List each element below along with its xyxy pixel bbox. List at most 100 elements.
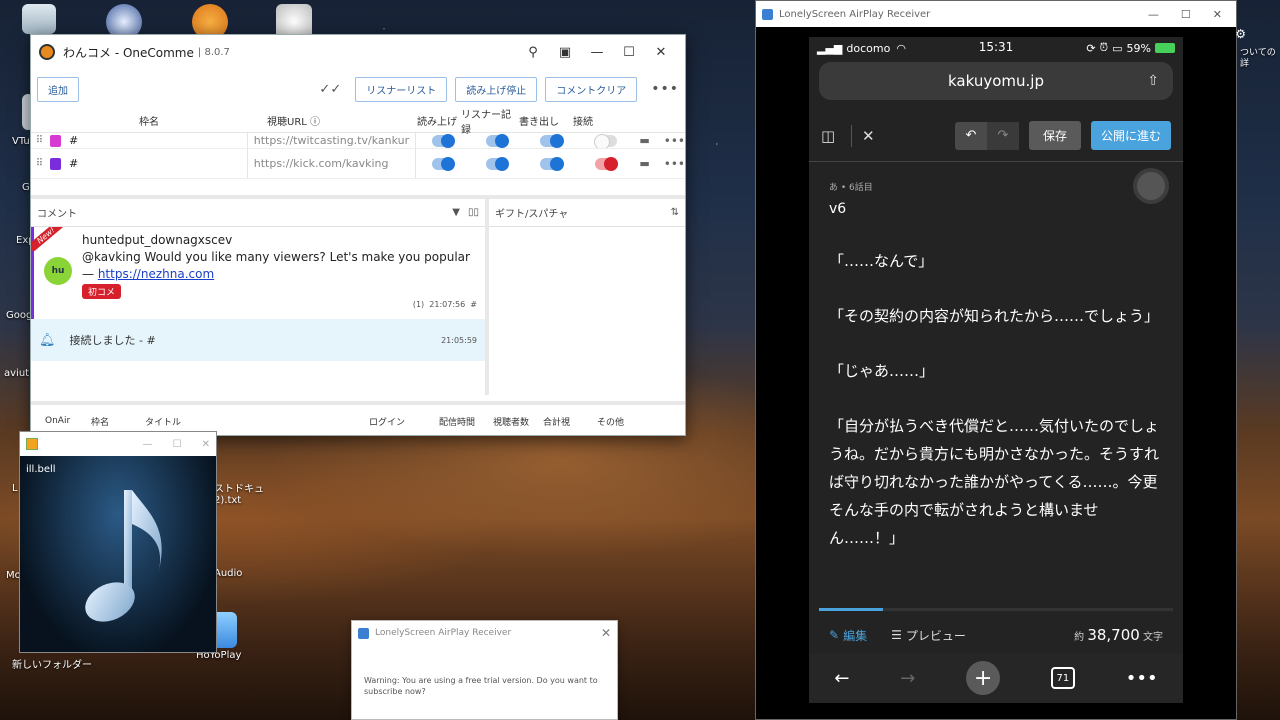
listener-record-toggle[interactable] [486, 156, 510, 171]
col-url: 視聴URL ⓘ [267, 117, 321, 128]
pin-icon[interactable]: ⚲ [517, 45, 549, 60]
comment-link-line: — https://nezhna.com [82, 267, 215, 281]
maximize-icon[interactable]: ☐ [613, 45, 645, 60]
chat-icon[interactable]: ▬ [639, 157, 649, 170]
sort-icon[interactable]: ⇅ [671, 207, 679, 218]
desktop-label-text-file: ストドキュ 2).txt [214, 484, 264, 506]
frame-row[interactable]: ⠿ # https://kick.com/kavking ▬ ••• [31, 149, 685, 179]
read-aloud-toggle[interactable] [431, 133, 456, 148]
frame-url[interactable]: https://twitcasting.tv/kankur [246, 133, 416, 148]
pencil-icon: ✎ [829, 628, 840, 642]
split-view-icon[interactable]: ▯▯ [468, 207, 479, 218]
system-message: 🔔︎ 接続しました - # 21:05:59 [31, 319, 485, 361]
comment-username[interactable]: huntedput_downagxscev [82, 233, 477, 247]
write-out-toggle[interactable] [540, 156, 565, 171]
minimize-icon[interactable]: — [581, 45, 613, 60]
comment-item[interactable]: New! hu huntedput_downagxscev @kavking W… [31, 227, 485, 319]
chat-icon[interactable]: ▬ [639, 134, 649, 147]
write-out-toggle[interactable] [540, 133, 565, 148]
frame-color-swatch[interactable] [49, 134, 62, 147]
frame-color-swatch[interactable] [49, 157, 62, 170]
player-app-icon [26, 438, 38, 450]
close-icon[interactable]: ✕ [601, 626, 611, 640]
close-icon[interactable]: ✕ [202, 439, 210, 450]
frame-url[interactable]: https://kick.com/kavking [246, 149, 416, 178]
gear-icon[interactable]: ⚙ [1235, 27, 1246, 41]
read-aloud-toggle[interactable] [431, 156, 456, 171]
forward-icon[interactable]: → [900, 668, 915, 689]
double-check-icon[interactable]: ✓✓ [319, 82, 341, 97]
filter-icon[interactable]: ▼ [452, 207, 460, 218]
comment-panel: コメント ▼ ▯▯ New! hu huntedput_downagxscev … [31, 199, 489, 395]
gift-panel-header: ギフト/スパチャ ⇅ [489, 199, 685, 227]
url-bar[interactable]: kakuyomu.jp ⇧ [819, 62, 1173, 100]
back-icon[interactable]: ← [834, 668, 849, 689]
assistive-touch-icon[interactable] [1133, 168, 1169, 204]
save-button[interactable]: 保存 [1028, 121, 1081, 150]
col-listener-record: リスナー記録 [461, 109, 511, 136]
comment-link[interactable]: https://nezhna.com [98, 267, 214, 281]
col-read-aloud: 読み上げ [417, 117, 457, 128]
onecomme-toolbar: 追加 ✓✓ リスナーリスト 読み上げ停止 コメントクリア ••• [31, 69, 685, 109]
scroll-progress-bar [819, 608, 1173, 611]
player-titlebar[interactable]: — ☐ ✕ [20, 432, 216, 456]
maximize-icon[interactable]: ☐ [1181, 8, 1191, 21]
undo-icon[interactable]: ↶ [955, 122, 987, 150]
listener-record-toggle[interactable] [486, 133, 510, 148]
minimize-icon[interactable]: — [143, 439, 153, 450]
body-paragraph: 「自分が払うべき代償だと……気付いたのでしょうね。だから貴方にも明かさなかった。… [829, 417, 1160, 547]
lonelyscreen-titlebar[interactable]: LonelyScreen AirPlay Receiver — ☐ ✕ [756, 1, 1236, 27]
gift-panel: ギフト/スパチャ ⇅ [489, 199, 685, 395]
frames-column-header: 枠名 視聴URL ⓘ 読み上げ リスナー記録 書き出し 接続 [31, 109, 685, 136]
episode-body[interactable]: 「……なんで」 「その契約の内容が知られたから……でしょう」 「じゃあ……」 「… [829, 247, 1163, 552]
trial-dialog-titlebar[interactable]: LonelyScreen AirPlay Receiver ✕ [352, 621, 617, 645]
tab-edit[interactable]: ✎ 編集 [829, 627, 867, 644]
new-tab-icon[interactable]: + [966, 661, 1001, 695]
publish-button[interactable]: 公開に進む [1090, 121, 1171, 150]
row-more-icon[interactable]: ••• [664, 134, 685, 148]
onecomme-titlebar[interactable]: わんコメ - OneComme | 8.0.7 ⚲ ▣ — ☐ ✕ [31, 35, 685, 69]
col-onair: OnAir [45, 416, 71, 426]
tabs-count-icon[interactable]: 71 [1050, 667, 1075, 689]
close-icon[interactable]: ✕ [645, 45, 677, 60]
episode-title[interactable]: v6 [829, 201, 1163, 217]
desktop-label-vtu: VTu [12, 136, 30, 147]
clear-comments-button[interactable]: コメントクリア [545, 76, 638, 102]
frame-name: # [69, 157, 79, 170]
row-more-icon[interactable]: ••• [664, 157, 685, 171]
episode-breadcrumb: あ • 6話目 [829, 183, 873, 193]
frame-row[interactable]: ⠿ # https://twitcasting.tv/kankur ▬ ••• [31, 133, 685, 149]
more-menu-icon[interactable]: ••• [651, 81, 679, 97]
comment-meta: (1) 21:07:56 # [412, 300, 477, 309]
add-button[interactable]: 追加 [37, 76, 79, 102]
drag-handle-icon[interactable]: ⠿ [31, 135, 48, 146]
col-viewers: 視聴者数 [493, 417, 530, 428]
col-connect: 接続 [573, 117, 593, 128]
lonelyscreen-app-icon [358, 627, 369, 639]
sidebar-toggle-icon[interactable]: ◫ [821, 127, 851, 145]
system-message-time: 21:05:59 [441, 335, 477, 345]
music-note-icon [85, 490, 162, 622]
connect-toggle[interactable] [593, 133, 618, 148]
tab-preview[interactable]: ☰ プレビュー [891, 627, 966, 644]
maximize-icon[interactable]: ☐ [173, 439, 182, 450]
redo-icon[interactable]: ↷ [986, 121, 1019, 150]
avatar[interactable]: hu [44, 257, 72, 285]
listener-list-button[interactable]: リスナーリスト [355, 76, 448, 102]
close-editor-icon[interactable]: ✕ [862, 127, 892, 145]
recycle-bin-icon[interactable] [22, 4, 56, 34]
phone-time: 15:31 [978, 40, 1014, 54]
mirrored-phone-screen: ▂▄▆ docomo ◠ 15:31 ⟳ ⏰︎ ▭ 59% kakuyomu.j… [809, 37, 1183, 703]
more-icon[interactable]: ••• [1126, 668, 1158, 689]
episode-editor: あ • 6話目 v6 「……なんで」 「その契約の内容が知られたから……でしょう… [809, 162, 1183, 578]
minimize-icon[interactable]: — [1148, 8, 1159, 21]
share-icon[interactable]: ⇧ [1147, 73, 1159, 89]
close-icon[interactable]: ✕ [1213, 8, 1222, 21]
comment-panel-header: コメント ▼ ▯▯ [31, 199, 485, 227]
stop-reading-button[interactable]: 読み上げ停止 [455, 76, 538, 102]
pip-icon[interactable]: ▣ [549, 45, 581, 60]
col-frame-name-2: 枠名 [91, 417, 110, 428]
drag-handle-icon[interactable]: ⠿ [31, 158, 48, 169]
track-name: ill.bell [26, 464, 56, 475]
connect-toggle[interactable] [594, 156, 619, 171]
